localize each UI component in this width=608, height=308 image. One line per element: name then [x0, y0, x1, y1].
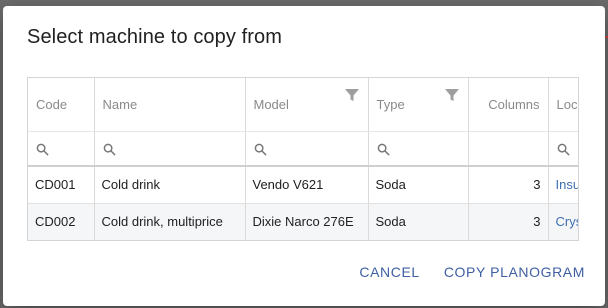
select-machine-dialog: Select machine to copy from Code Name Mo… — [3, 6, 605, 306]
cell-columns: 3 — [468, 203, 549, 240]
filter-cell-name[interactable] — [94, 131, 246, 167]
cell-location-link[interactable]: Insu — [548, 166, 578, 204]
filter-icon[interactable] — [344, 87, 360, 103]
cancel-button[interactable]: CANCEL — [357, 260, 421, 284]
machine-grid: Code Name Model Type Columns Loca — [27, 77, 579, 241]
table-row[interactable]: CD001 Cold drink Vendo V621 Soda 3 Insu — [28, 166, 578, 204]
column-header-model[interactable]: Model — [245, 78, 369, 132]
table-row[interactable]: CD002 Cold drink, multiprice Dixie Narco… — [28, 203, 578, 240]
filter-cell-location[interactable] — [548, 131, 578, 167]
column-header-label: Columns — [488, 96, 540, 112]
dialog-actions: CANCEL COPY PLANOGRAM — [357, 260, 587, 284]
column-header-label: Type — [376, 96, 405, 112]
cell-type: Soda — [368, 166, 469, 204]
column-header-code[interactable]: Code — [28, 78, 95, 132]
cell-code: CD001 — [28, 166, 95, 204]
grid-header-row: Code Name Model Type Columns Loca — [28, 78, 579, 132]
cell-name: Cold drink — [94, 166, 246, 204]
filter-cell-type[interactable] — [368, 131, 469, 167]
column-header-name[interactable]: Name — [94, 78, 246, 132]
cell-name: Cold drink, multiprice — [94, 203, 246, 240]
search-icon — [377, 143, 390, 156]
search-icon — [254, 143, 267, 156]
column-header-label: Code — [36, 96, 68, 112]
column-header-type[interactable]: Type — [368, 78, 469, 132]
filter-icon[interactable] — [444, 87, 460, 103]
cell-code: CD002 — [28, 203, 95, 240]
dialog-title: Select machine to copy from — [27, 26, 283, 48]
cell-model: Vendo V621 — [245, 166, 369, 204]
filter-cell-model[interactable] — [245, 131, 369, 167]
cell-model: Dixie Narco 276E — [245, 203, 369, 240]
column-header-label: Name — [102, 96, 138, 112]
cell-location-link[interactable]: Crys — [548, 203, 578, 240]
cell-type: Soda — [368, 203, 469, 240]
column-header-columns[interactable]: Columns — [468, 78, 549, 132]
filter-cell-code[interactable] — [28, 131, 95, 167]
grid-filter-row — [28, 131, 578, 167]
column-header-label: Loca — [556, 96, 579, 112]
column-header-label: Model — [253, 96, 289, 112]
cell-columns: 3 — [468, 166, 549, 204]
search-icon — [557, 143, 570, 156]
filter-cell-columns[interactable] — [468, 131, 549, 167]
copy-planogram-button[interactable]: COPY PLANOGRAM — [442, 260, 587, 284]
search-icon — [36, 143, 49, 156]
search-icon — [103, 143, 116, 156]
column-header-location[interactable]: Loca — [548, 78, 579, 132]
